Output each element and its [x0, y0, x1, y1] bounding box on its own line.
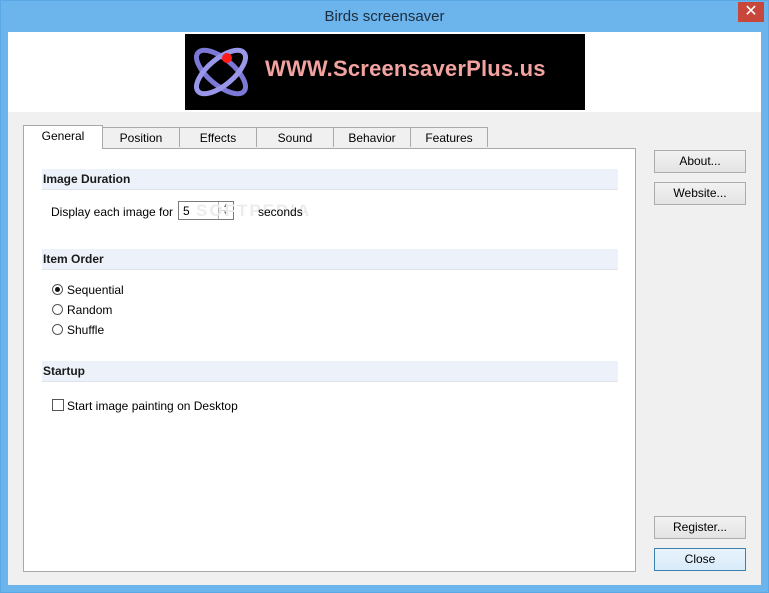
section-startup: Startup: [42, 361, 618, 382]
seconds-label: seconds: [258, 205, 303, 219]
banner-area: WWW.ScreensaverPlus.us: [8, 32, 761, 112]
about-button[interactable]: About...: [654, 150, 746, 173]
atom-logo-icon: [194, 47, 248, 97]
section-heading: Image Duration: [43, 172, 131, 186]
startup-desktop-checkbox[interactable]: [52, 399, 64, 411]
app-window: Birds screensaver ✕ WWW.ScreensaverPlus.…: [0, 0, 769, 593]
close-window-icon[interactable]: ✕: [738, 2, 764, 22]
tab-sound[interactable]: Sound: [256, 127, 334, 147]
title-bar[interactable]: Birds screensaver ✕: [1, 1, 768, 32]
radio-random-label[interactable]: Random: [67, 303, 112, 317]
tab-behavior[interactable]: Behavior: [333, 127, 411, 147]
radio-shuffle-label[interactable]: Shuffle: [67, 323, 104, 337]
display-duration-label: Display each image for: [51, 205, 174, 219]
website-button[interactable]: Website...: [654, 182, 746, 205]
section-image-duration: Image Duration: [42, 169, 618, 190]
section-heading: Startup: [43, 364, 85, 378]
radio-random[interactable]: [52, 304, 63, 315]
banner-text: WWW.ScreensaverPlus.us: [265, 56, 546, 81]
dialog-body: WWW.ScreensaverPlus.us General Position …: [8, 32, 761, 585]
tab-effects[interactable]: Effects: [179, 127, 257, 147]
radio-sequential[interactable]: [52, 284, 63, 295]
tab-position[interactable]: Position: [102, 127, 180, 147]
window-title: Birds screensaver: [324, 8, 445, 25]
banner[interactable]: WWW.ScreensaverPlus.us: [185, 34, 585, 110]
section-item-order: Item Order: [42, 249, 618, 270]
startup-desktop-label[interactable]: Start image painting on Desktop: [67, 399, 238, 413]
tab-general[interactable]: General: [23, 125, 103, 149]
close-button[interactable]: Close: [654, 548, 746, 571]
section-heading: Item Order: [43, 252, 104, 266]
general-tab-panel: Image Duration Display each image for 5 …: [23, 148, 636, 572]
tab-features[interactable]: Features: [410, 127, 488, 147]
register-button[interactable]: Register...: [654, 516, 746, 539]
duration-value[interactable]: 5: [183, 204, 190, 218]
radio-shuffle[interactable]: [52, 324, 63, 335]
radio-sequential-label[interactable]: Sequential: [67, 283, 124, 297]
